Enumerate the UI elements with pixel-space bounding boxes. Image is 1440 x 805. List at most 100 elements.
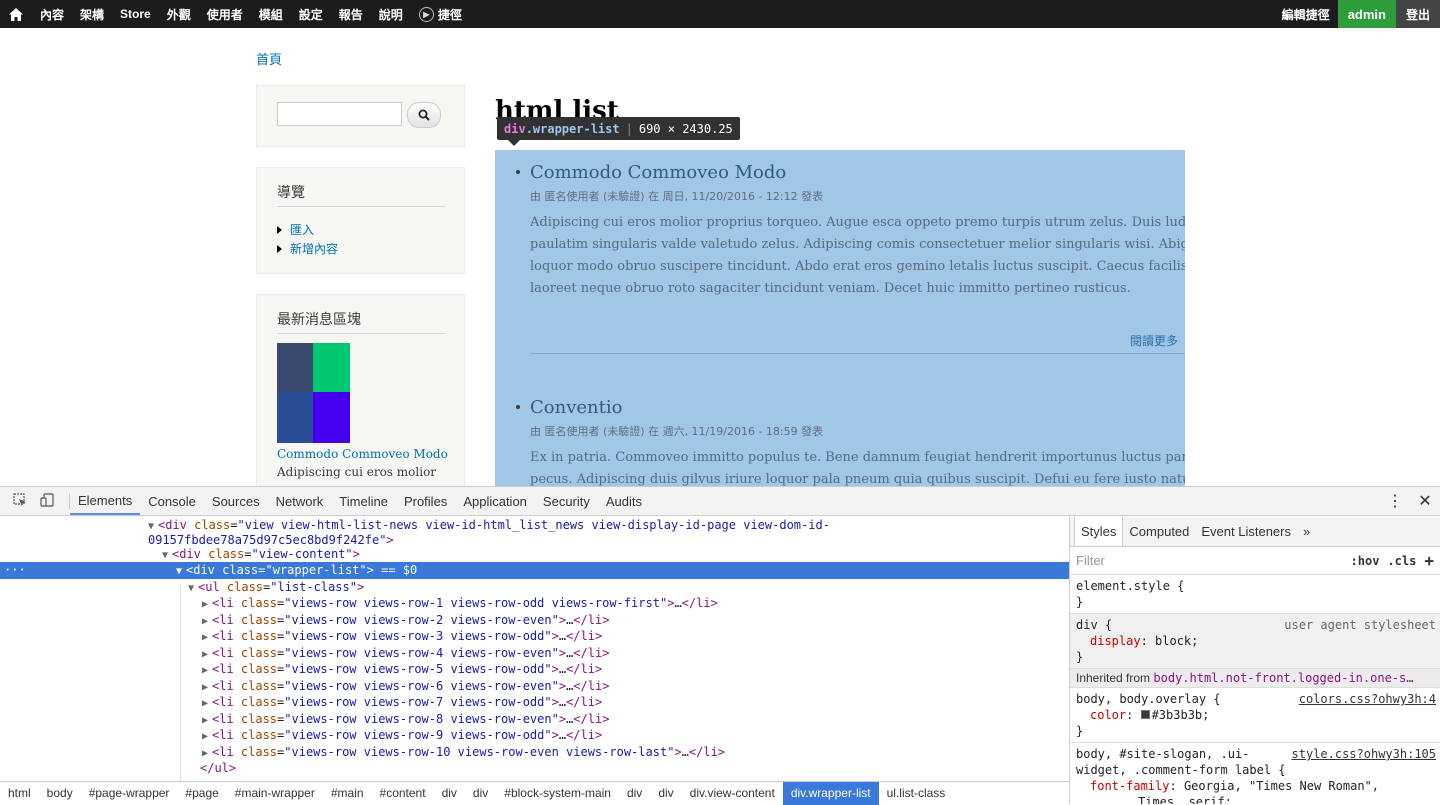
toolbar-item-structure[interactable]: 架構 [72,0,112,28]
dom-crumb[interactable]: div [434,782,465,805]
dom-crumb[interactable]: div [465,782,496,805]
tab-audits[interactable]: Audits [598,487,650,515]
toolbar-item-help[interactable]: 說明 [371,0,411,28]
more-options-icon[interactable]: ⋮ [1380,487,1410,515]
dom-crumb[interactable]: #content [372,782,434,805]
article-title[interactable]: Conventio [530,397,1184,418]
styles-pane: Styles Computed Event Listeners » Filter… [1069,517,1440,804]
tab-network[interactable]: Network [268,487,332,515]
device-toolbar-icon[interactable] [40,492,56,510]
css-property[interactable]: color [1076,708,1126,722]
tab-timeline[interactable]: Timeline [331,487,396,515]
tab-application[interactable]: Application [455,487,535,515]
rule-selector[interactable]: element.style { [1076,578,1434,594]
dom-node-li[interactable]: ▶ <li class="views-row views-row-10 views… [0,744,1069,761]
read-more-link[interactable]: 閱讀更多 [1130,332,1178,349]
chevron-right-circle-icon: ▶ [418,6,434,22]
plus-icon[interactable]: + [1424,551,1434,570]
dom-node[interactable]: ▼ <div class="view-content"> [0,546,1069,563]
class-toggle[interactable]: .cls [1387,554,1416,568]
tab-sources[interactable]: Sources [204,487,268,515]
user-link[interactable]: admin [1337,0,1396,28]
search-button[interactable] [407,102,441,128]
edit-shortcuts-link[interactable]: 編輯捷徑 [1274,0,1338,28]
styles-filter-bar: Filter :hov .cls + [1070,547,1440,575]
css-value[interactable]: Georgia, "Times New Roman", [1184,779,1379,793]
css-property[interactable]: display [1076,634,1141,648]
close-icon[interactable]: ✕ [1410,487,1440,515]
article-title[interactable]: Commodo Commoveo Modo [530,162,1184,183]
dom-crumb[interactable]: div [650,782,681,805]
dom-node-li[interactable]: ▶ <li class="views-row views-row-1 views-… [0,595,1069,612]
toolbar-item-store[interactable]: Store [112,0,159,28]
nav-item-import[interactable]: 匯入 [277,220,338,239]
dom-crumb[interactable]: div.view-content [682,782,783,805]
bullet [516,170,520,174]
dom-node-li[interactable]: ▶ <li class="views-row views-row-5 views-… [0,661,1069,678]
dom-crumb-active[interactable]: div.wrapper-list [782,781,879,805]
shortcuts-toggle[interactable]: ▶ 捷徑 [411,0,470,28]
article-body-line: Adipiscing cui eros molior proprius torq… [530,215,1185,230]
latest-news-link[interactable]: Commodo Commoveo Modo [277,447,448,461]
list-item: Commodo Commoveo Modo 由 匿名使用者 (未驗證) 在 周日… [516,162,1185,348]
filter-input[interactable]: Filter [1076,553,1105,568]
inspect-element-icon[interactable] [13,492,27,510]
tab-elements[interactable]: Elements [70,487,141,515]
inherited-label: Inherited from [1076,671,1151,685]
css-value[interactable]: block; [1155,634,1198,648]
rule-selector[interactable]: widget, .comment-form label { [1076,762,1434,778]
style-rule: element.style { } [1070,575,1440,614]
dom-crumb[interactable]: ul.list-class [879,782,954,805]
tab-styles[interactable]: Styles [1074,517,1124,546]
dom-crumb[interactable]: #main [323,782,372,805]
tab-security[interactable]: Security [535,487,598,515]
search-input[interactable] [277,102,402,126]
article-body-line: Ex in patria. Commoveo immitto populus t… [530,450,1185,465]
toolbar-item-configuration[interactable]: 設定 [291,0,331,28]
dom-crumb[interactable]: div [619,782,650,805]
article-body-line: pecus. Adipiscing duis gilvus iriure loq… [530,472,1185,486]
dom-crumb[interactable]: #page-wrapper [81,782,178,805]
logout-link[interactable]: 登出 [1395,0,1440,28]
dom-crumb[interactable]: body [39,782,81,805]
css-value[interactable]: #3b3b3b; [1152,708,1210,722]
article-body-line: paulatim singularis valde valetudo zelus… [530,237,1185,252]
rule-source-link[interactable]: style.css?ohwy3h:105 [1292,746,1437,762]
toolbar-item-people[interactable]: 使用者 [199,0,251,28]
inherited-selector[interactable]: body.html.not-front.logged-in.one-s… [1153,671,1413,685]
tab-profiles[interactable]: Profiles [396,487,455,515]
article-meta: 由 匿名使用者 (未驗證) 在 週六, 11/19/2016 - 18:59 發… [530,425,824,438]
dom-node-li[interactable]: ▶ <li class="views-row views-row-8 views-… [0,711,1069,728]
home-icon[interactable] [0,0,32,28]
inspected-element-overlay: Commodo Commoveo Modo 由 匿名使用者 (未驗證) 在 周日… [495,150,1185,486]
toolbar-item-modules[interactable]: 模組 [251,0,291,28]
toolbar-item-reports[interactable]: 報告 [331,0,371,28]
dom-node-li[interactable]: ▶ <li class="views-row views-row-6 views-… [0,678,1069,695]
dom-node-li[interactable]: ▶ <li class="views-row views-row-2 views-… [0,612,1069,629]
hover-state-toggle[interactable]: :hov [1351,554,1380,568]
dom-node-li[interactable]: ▶ <li class="views-row views-row-9 views-… [0,727,1069,744]
dom-node-li[interactable]: ▶ <li class="views-row views-row-4 views-… [0,645,1069,662]
color-swatch[interactable] [1140,710,1150,719]
dom-crumb[interactable]: #page [177,782,226,805]
dom-node-selected[interactable]: ··· ▼ <div class="wrapper-list"> == $0 [0,562,1069,579]
tab-event-listeners[interactable]: Event Listeners [1195,517,1297,546]
dom-node[interactable]: ▼ <ul class="list-class"> [0,579,1069,596]
more-tabs-icon[interactable]: » [1297,517,1316,546]
toolbar-item-appearance[interactable]: 外觀 [159,0,199,28]
breadcrumb-home[interactable]: 首頁 [256,49,282,68]
nav-item-add-content[interactable]: 新增內容 [277,239,338,258]
tab-console[interactable]: Console [140,487,204,515]
news-thumbnail[interactable] [277,343,350,443]
admin-toolbar: 內容 架構 Store 外觀 使用者 模組 設定 報告 說明 ▶ 捷徑 編輯捷徑… [0,0,1440,28]
dom-crumb[interactable]: #main-wrapper [227,782,323,805]
dom-node-li[interactable]: ▶ <li class="views-row views-row-3 views-… [0,628,1069,645]
styles-tabbar: Styles Computed Event Listeners » [1070,517,1440,547]
dom-crumb[interactable]: #block-system-main [496,782,619,805]
toolbar-item-content[interactable]: 內容 [32,0,72,28]
dom-crumb[interactable]: html [0,782,39,805]
tab-computed[interactable]: Computed [1123,517,1195,546]
css-property[interactable]: font-family [1076,779,1169,793]
rule-source-link[interactable]: colors.css?ohwy3h:4 [1299,691,1436,707]
dom-node-li[interactable]: ▶ <li class="views-row views-row-7 views-… [0,694,1069,711]
